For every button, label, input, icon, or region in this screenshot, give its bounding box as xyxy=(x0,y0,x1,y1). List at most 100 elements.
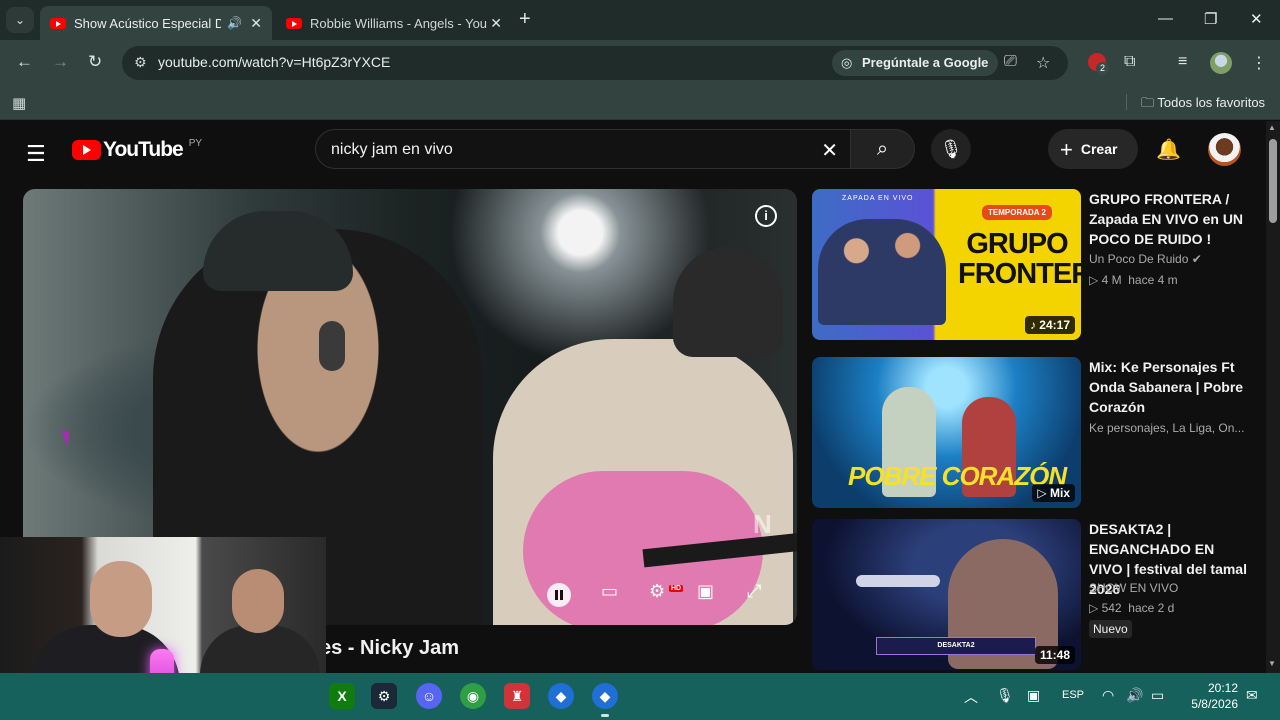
extension-icon[interactable]: 2 xyxy=(1088,53,1109,75)
channel-watermark[interactable]: N xyxy=(753,509,772,540)
tab-inactive[interactable]: Robbie Williams - Angels - You ✕ xyxy=(276,6,512,40)
browser-tab-strip: ⌄ Show Acústico Especial De 🔊 ✕ Robbie W… xyxy=(0,0,1280,40)
close-window-icon[interactable]: ✕ xyxy=(1250,10,1263,28)
extension-badge-count: 2 xyxy=(1096,62,1109,75)
hamburger-menu-icon[interactable]: ☰ xyxy=(26,141,46,167)
site-info-icon[interactable]: ⚙ xyxy=(134,54,147,71)
volume-icon[interactable]: 🔊 xyxy=(1126,687,1143,704)
search-input[interactable]: nicky jam en vivo ✕ xyxy=(315,129,851,169)
apps-grid-icon[interactable]: ▦ xyxy=(12,94,26,112)
install-app-icon[interactable]: ⎚ xyxy=(1004,53,1017,71)
back-icon[interactable]: ← xyxy=(16,52,33,72)
subtitles-icon[interactable]: ▭ xyxy=(601,581,618,602)
recommendation-thumbnail[interactable]: DESAKTA2 11:48 xyxy=(812,519,1081,670)
notifications-bell-icon[interactable]: 🔔 xyxy=(1156,137,1181,162)
thumbnail-microphone xyxy=(856,575,940,587)
video-frame-cap xyxy=(203,211,353,291)
clock-time: 20:12 xyxy=(1207,681,1238,695)
discord-icon[interactable]: ☺ xyxy=(416,683,442,709)
recommendation-thumbnail[interactable]: ZAPADA EN VIVO TEMPORADA 2 GRUPO FRONTER… xyxy=(812,189,1081,340)
show-hidden-icons-icon[interactable]: ︿ xyxy=(964,687,978,707)
steam-icon[interactable]: ⚙ xyxy=(371,683,397,709)
bookmark-star-icon[interactable]: ☆ xyxy=(1036,53,1050,73)
url-text[interactable]: youtube.com/watch?v=Ht6pZ3rYXCE xyxy=(158,54,390,70)
recommendation-title[interactable]: Mix: Ke Personajes Ft Onda Sabanera | Po… xyxy=(1089,357,1249,417)
scrollbar-thumb[interactable] xyxy=(1269,139,1277,223)
recommendation-item[interactable]: POBRE CORAZÓN ▷ Mix Mix: Ke Personajes F… xyxy=(812,357,1262,509)
fullscreen-icon[interactable]: ⤢ xyxy=(747,581,761,602)
clock-date: 5/8/2026 xyxy=(1191,697,1238,711)
reload-icon[interactable]: ↻ xyxy=(88,52,102,72)
all-bookmarks-label: Todos los favoritos xyxy=(1157,95,1266,110)
tab-title: Show Acústico Especial De xyxy=(74,15,222,31)
video-frame-beanie xyxy=(673,247,783,357)
recommendation-thumbnail[interactable]: POBRE CORAZÓN ▷ Mix xyxy=(812,357,1081,508)
voice-search-button[interactable]: 🎙 xyxy=(931,129,971,169)
close-tab-icon[interactable]: ✕ xyxy=(490,15,502,32)
search-icon: ⌕ xyxy=(876,138,889,160)
youtube-logo[interactable]: YouTube PY xyxy=(72,138,202,162)
folder-icon: 🗀 xyxy=(1141,95,1158,110)
webcam-person-head xyxy=(232,569,284,633)
tab-search-button[interactable]: ⌄ xyxy=(6,7,34,33)
profile-avatar-icon[interactable] xyxy=(1210,52,1232,74)
recommendation-item[interactable]: ZAPADA EN VIVO TEMPORADA 2 GRUPO FRONTER… xyxy=(812,189,1262,341)
channel-name[interactable]: Un Poco De Ruido ✔ xyxy=(1089,252,1202,266)
new-tab-icon[interactable]: + xyxy=(519,9,531,29)
edge-browser-icon[interactable]: ◆ xyxy=(592,683,618,709)
input-language[interactable]: ESP xyxy=(1062,689,1084,701)
notifications-icon[interactable]: ✉ xyxy=(1246,687,1258,704)
ask-google-button[interactable]: ◎ Pregúntale a Google xyxy=(832,50,999,76)
microphone-tray-icon[interactable]: 🎙 xyxy=(996,687,1014,704)
views-icon: ▷ xyxy=(1089,601,1102,615)
theater-mode-icon[interactable]: ▣ xyxy=(697,581,714,602)
ask-google-label: Pregúntale a Google xyxy=(862,55,989,70)
close-tab-icon[interactable]: ✕ xyxy=(250,15,262,32)
video-meta: ▷ 542 hace 2 d xyxy=(1089,601,1175,615)
system-clock[interactable]: 20:12 5/8/2026 xyxy=(1186,680,1238,712)
pause-icon[interactable] xyxy=(547,583,571,607)
duration-badge: ♪ 24:17 xyxy=(1024,316,1075,334)
views-icon: ▷ xyxy=(1089,273,1102,287)
speaker-icon[interactable]: 🔊 xyxy=(227,16,242,30)
chrome-icon[interactable]: ◉ xyxy=(460,683,486,709)
youtube-play-icon xyxy=(72,140,101,160)
lens-icon: ◎ xyxy=(841,55,853,70)
thumbnail-headline: GRUPO FRONTERA xyxy=(958,228,1081,290)
thumbnail-caption: ZAPADA EN VIVO xyxy=(842,195,914,202)
tab-active[interactable]: Show Acústico Especial De 🔊 ✕ xyxy=(40,6,272,40)
wifi-icon[interactable]: ◠ xyxy=(1102,687,1114,704)
channel-name[interactable]: SHOW EN VIVO xyxy=(1089,581,1178,595)
verified-icon: ✔ xyxy=(1191,252,1202,266)
game-launcher-icon[interactable]: ♜ xyxy=(504,683,530,709)
recommendation-title[interactable]: GRUPO FRONTERA / Zapada EN VIVO en UN PO… xyxy=(1089,189,1249,249)
new-badge: Nuevo xyxy=(1089,620,1132,638)
extensions-puzzle-icon[interactable]: ⧉ xyxy=(1124,53,1135,71)
account-avatar[interactable] xyxy=(1208,133,1241,166)
minimize-icon[interactable]: — xyxy=(1158,10,1173,27)
screen-capture-icon[interactable]: ▣ xyxy=(1027,687,1040,704)
scroll-down-arrow-icon[interactable]: ▼ xyxy=(1268,659,1276,668)
all-bookmarks-button[interactable]: 🗀 Todos los favoritos xyxy=(1126,94,1265,116)
media-control-icon[interactable]: ≡ xyxy=(1178,53,1187,71)
clear-search-icon[interactable]: ✕ xyxy=(821,138,838,163)
mix-playlist-icon: ▷ xyxy=(1037,486,1050,500)
restore-icon[interactable]: ❐ xyxy=(1204,10,1217,28)
edge-dev-icon[interactable]: ◆ xyxy=(548,683,574,709)
search-query[interactable]: nicky jam en vivo xyxy=(331,141,453,159)
xbox-icon[interactable]: X xyxy=(329,683,355,709)
battery-icon[interactable]: ▭ xyxy=(1151,687,1164,704)
address-bar[interactable]: ⚙ youtube.com/watch?v=Ht6pZ3rYXCE ◎ Preg… xyxy=(122,46,1068,80)
channel-name[interactable]: Ke personajes, La Liga, On... xyxy=(1089,421,1244,435)
info-icon[interactable]: i xyxy=(755,205,777,227)
scroll-up-arrow-icon[interactable]: ▲ xyxy=(1268,123,1276,132)
create-button[interactable]: + Crear xyxy=(1048,129,1138,169)
forward-icon: → xyxy=(52,52,69,71)
thumbnail-season-badge: TEMPORADA 2 xyxy=(982,205,1052,220)
settings-gear-icon[interactable]: ⚙ xyxy=(649,581,665,602)
youtube-favicon-icon xyxy=(286,17,302,29)
recommendation-item[interactable]: DESAKTA2 11:48 DESAKTA2 | ENGANCHADO EN … xyxy=(812,519,1262,671)
more-menu-icon[interactable]: ⋮ xyxy=(1251,53,1267,73)
search-button[interactable]: ⌕ xyxy=(851,129,915,169)
thumbnail-people xyxy=(818,219,946,325)
